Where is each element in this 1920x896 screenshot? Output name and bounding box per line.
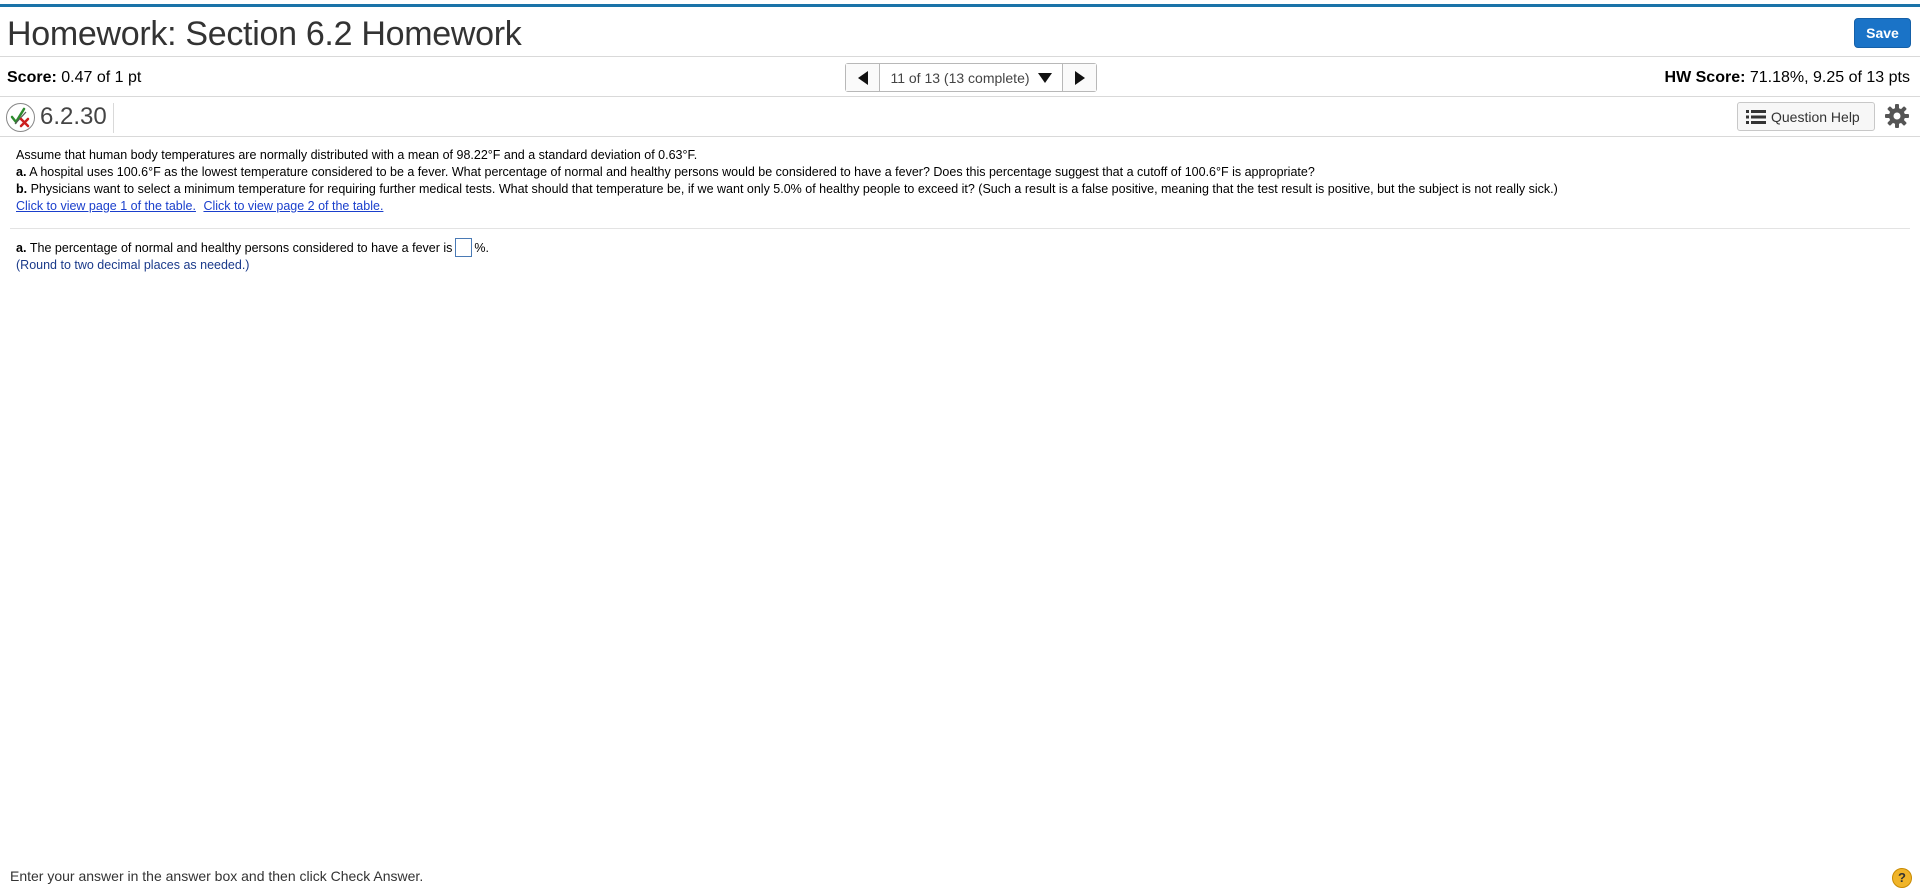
arrow-right-icon xyxy=(1074,70,1085,85)
question-part-a: a. A hospital uses 100.6°F as the lowest… xyxy=(16,164,1910,181)
arrow-left-icon xyxy=(857,70,868,85)
footer-instruction: Enter your answer in the answer box and … xyxy=(10,868,424,884)
question-part-b: b. Physicians want to select a minimum t… xyxy=(16,181,1910,198)
list-icon xyxy=(1746,109,1766,124)
hw-score-label: HW Score: xyxy=(1664,69,1746,86)
score-label: Score: xyxy=(7,69,57,86)
answer-input[interactable] xyxy=(455,238,473,257)
help-icon[interactable]: ? xyxy=(1892,868,1912,888)
question-help-button[interactable]: Question Help xyxy=(1737,102,1875,131)
question-help-label: Question Help xyxy=(1771,108,1860,125)
rounding-note: (Round to two decimal places as needed.) xyxy=(16,258,250,272)
caret-down-icon xyxy=(1037,72,1052,83)
part-a-label: a. xyxy=(16,165,27,179)
question-navigator: 11 of 13 (13 complete) xyxy=(845,63,1097,92)
part-b-label: b. xyxy=(16,182,28,196)
header: Homework: Section 6.2 Homework Save xyxy=(0,7,1920,57)
question-intro: Assume that human body temperatures are … xyxy=(16,148,698,162)
score: Score: 0.47 of 1 pt xyxy=(7,69,141,87)
answer-line: a. The percentage of normal and healthy … xyxy=(16,238,489,257)
part-b-text: Physicians want to select a minimum temp… xyxy=(30,182,1558,196)
gear-icon[interactable] xyxy=(1884,103,1910,129)
question-number: 6.2.30 xyxy=(40,103,114,133)
next-question-button[interactable] xyxy=(1062,64,1096,91)
partial-credit-icon xyxy=(6,103,35,132)
question-select-label: 11 of 13 (13 complete) xyxy=(890,69,1030,86)
answer-suffix: %. xyxy=(474,240,489,255)
question-body: Assume that human body temperatures are … xyxy=(16,147,1910,215)
page-title: Homework: Section 6.2 Homework xyxy=(7,15,522,53)
top-accent-bar xyxy=(0,0,1920,7)
answer-part-label: a. xyxy=(16,240,27,255)
save-button[interactable]: Save xyxy=(1854,18,1911,48)
previous-question-button[interactable] xyxy=(846,64,880,91)
table-links: Click to view page 1 of the table. Click… xyxy=(16,198,1910,215)
table-page-1-link[interactable]: Click to view page 1 of the table. xyxy=(16,199,196,213)
question-header: 6.2.30 Question Help xyxy=(0,97,1920,137)
hw-score: HW Score: 71.18%, 9.25 of 13 pts xyxy=(1665,69,1910,87)
score-bar: Score: 0.47 of 1 pt 11 of 13 (13 complet… xyxy=(0,57,1920,97)
score-value: 0.47 of 1 pt xyxy=(61,69,142,86)
hw-score-value: 71.18%, 9.25 of 13 pts xyxy=(1749,69,1910,86)
part-a-text: A hospital uses 100.6°F as the lowest te… xyxy=(29,165,1315,179)
table-page-2-link[interactable]: Click to view page 2 of the table. xyxy=(203,199,383,213)
answer-prompt: The percentage of normal and healthy per… xyxy=(29,240,453,255)
question-select[interactable]: 11 of 13 (13 complete) xyxy=(880,64,1062,91)
divider xyxy=(10,228,1910,229)
